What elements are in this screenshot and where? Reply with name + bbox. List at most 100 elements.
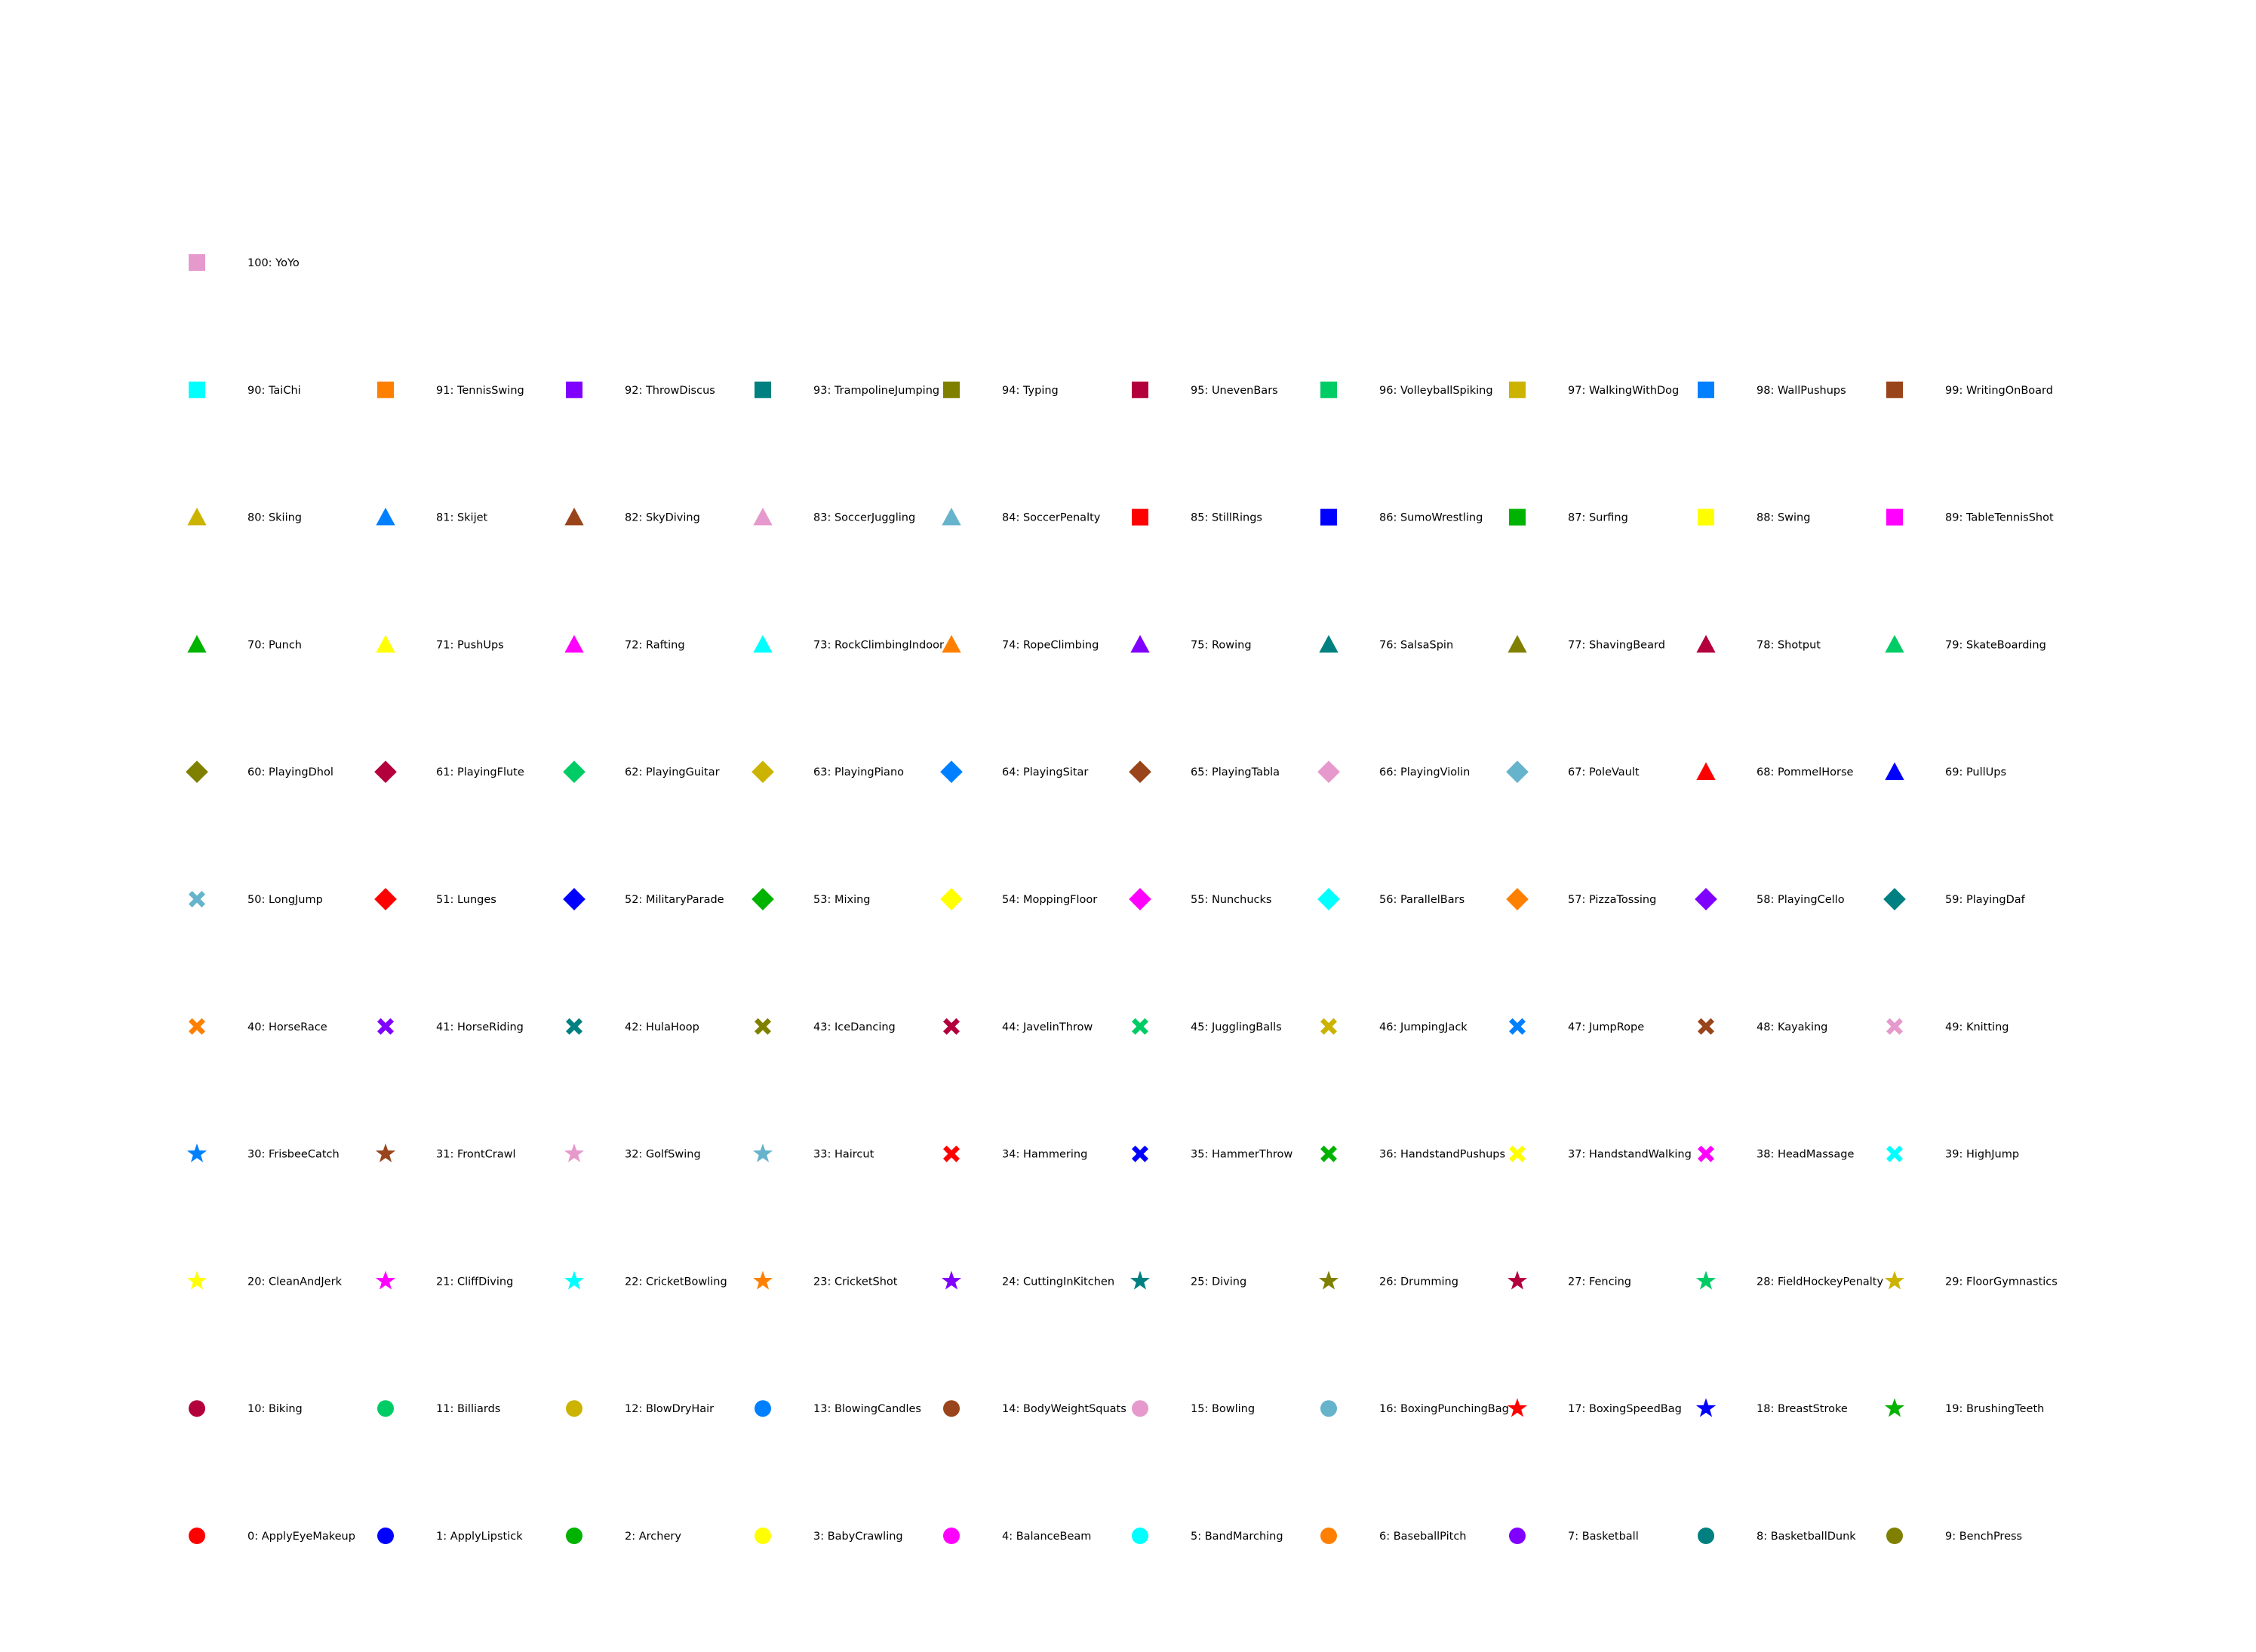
- legend-entry-label: 69: PullUps: [1945, 766, 2006, 778]
- square-marker: [1132, 381, 1148, 398]
- legend-entry: 79: SkateBoarding: [1885, 634, 2046, 653]
- legend-entry: 78: Shotput: [1696, 634, 1821, 653]
- star-marker: [375, 1143, 396, 1162]
- legend-entry-label: 17: BoxingSpeedBag: [1568, 1403, 1682, 1415]
- diamond-marker: [186, 760, 208, 784]
- legend-entry-label: 19: BrushingTeeth: [1945, 1403, 2044, 1415]
- triangle-up-marker: [1885, 634, 1904, 653]
- legend-entry-label: 29: FloorGymnastics: [1945, 1276, 2058, 1288]
- legend-entry-label: 82: SkyDiving: [625, 512, 700, 524]
- legend-entry-label: 51: Lunges: [436, 894, 496, 906]
- legend-entry-label: 44: JavelinThrow: [1002, 1021, 1093, 1033]
- legend-entry-label: 15: Bowling: [1191, 1403, 1255, 1415]
- legend-entries: 0: ApplyEyeMakeup 1: ApplyLipstick 2: Arch…: [186, 254, 2058, 1544]
- diamond-marker: [751, 888, 774, 910]
- x-filled-marker: [1886, 1018, 1903, 1035]
- legend-entry: 14: BodyWeightSquats: [943, 1400, 1126, 1417]
- square-marker: [1132, 508, 1148, 526]
- legend-entry: 7: Basketball: [1509, 1528, 1639, 1544]
- legend-entry: 20: CleanAndJerk: [186, 1270, 343, 1290]
- legend-entry-label: 14: BodyWeightSquats: [1002, 1403, 1126, 1415]
- circle-marker: [377, 1400, 394, 1417]
- star-marker: [752, 1270, 773, 1290]
- legend-entry: 94: Typing: [943, 381, 1059, 398]
- x-filled-marker: [189, 1018, 205, 1035]
- legend-entry: 26: Drumming: [1318, 1270, 1458, 1290]
- triangle-up-marker: [942, 634, 961, 653]
- legend-entry-label: 99: WritingOnBoard: [1945, 385, 2053, 397]
- legend-entry-label: 70: Punch: [247, 639, 302, 651]
- diamond-marker: [374, 888, 397, 910]
- x-filled-marker: [1509, 1145, 1526, 1162]
- legend-entry: 52: MilitaryParade: [563, 888, 724, 910]
- legend-entry: 42: HulaHoop: [566, 1018, 699, 1035]
- diamond-marker: [1129, 888, 1151, 910]
- legend-entry: 97: WalkingWithDog: [1509, 381, 1679, 398]
- legend-entry: 30: FrisbeeCatch: [186, 1143, 340, 1162]
- legend-entry-label: 90: TaiChi: [247, 385, 301, 397]
- legend-entry: 5: BandMarching: [1132, 1528, 1283, 1544]
- diamond-marker: [1129, 760, 1151, 784]
- legend-entry-label: 9: BenchPress: [1945, 1531, 2022, 1543]
- legend-entry-label: 94: Typing: [1002, 385, 1059, 397]
- legend-entry: 77: ShavingBeard: [1508, 634, 1665, 653]
- legend-entry-label: 66: PlayingViolin: [1379, 766, 1470, 778]
- x-filled-marker: [1886, 1145, 1903, 1162]
- legend-entry: 24: CuttingInKitchen: [941, 1270, 1114, 1290]
- legend-entry-label: 46: JumpingJack: [1379, 1021, 1468, 1033]
- legend-entry: 100: YoYo: [189, 254, 300, 271]
- x-filled-marker: [1509, 1018, 1526, 1035]
- diamond-marker: [1506, 760, 1529, 784]
- legend-entry: 73: RockClimbingIndoor: [753, 634, 944, 653]
- legend-entry-label: 89: TableTennisShot: [1945, 512, 2054, 524]
- triangle-up-marker: [564, 634, 584, 653]
- legend-entry: 67: PoleVault: [1506, 760, 1640, 784]
- x-filled-marker: [1320, 1145, 1337, 1162]
- legend-entry: 51: Lunges: [374, 888, 496, 910]
- diamond-marker: [940, 760, 963, 784]
- x-filled-marker: [1132, 1018, 1148, 1035]
- star-marker: [1884, 1270, 1905, 1290]
- x-filled-marker: [1320, 1018, 1337, 1035]
- circle-marker: [943, 1400, 960, 1417]
- legend-entry-label: 57: PizzaTossing: [1568, 894, 1656, 906]
- legend-entry-label: 16: BoxingPunchingBag: [1379, 1403, 1509, 1415]
- square-marker: [943, 381, 960, 398]
- legend-entry-label: 78: Shotput: [1757, 639, 1821, 651]
- legend-entry-label: 92: ThrowDiscus: [625, 385, 715, 397]
- legend-entry: 63: PlayingPiano: [751, 760, 904, 784]
- legend-entry-label: 86: SumoWrestling: [1379, 512, 1483, 524]
- legend-entry: 69: PullUps: [1885, 762, 2006, 780]
- legend-entry-label: 20: CleanAndJerk: [247, 1276, 343, 1288]
- legend-entry-label: 49: Knitting: [1945, 1021, 2009, 1033]
- legend-entry-label: 32: GolfSwing: [625, 1149, 701, 1161]
- legend-entry-label: 1: ApplyLipstick: [436, 1531, 523, 1543]
- star-marker: [1507, 1270, 1528, 1290]
- legend-entry: 59: PlayingDaf: [1883, 888, 2026, 910]
- diamond-marker: [563, 760, 586, 784]
- legend-entry: 91: TennisSwing: [377, 381, 524, 398]
- legend-entry: 41: HorseRiding: [377, 1018, 524, 1035]
- legend-entry-label: 18: BreastStroke: [1757, 1403, 1848, 1415]
- diamond-marker: [1317, 760, 1340, 784]
- legend-entry: 62: PlayingGuitar: [563, 760, 720, 784]
- legend-entry-label: 35: HammerThrow: [1191, 1149, 1292, 1161]
- legend-entry: 49: Knitting: [1886, 1018, 2009, 1035]
- legend-entry-label: 56: ParallelBars: [1379, 894, 1465, 906]
- legend-entry: 28: FieldHockeyPenalty: [1695, 1270, 1883, 1290]
- legend-entry: 83: SoccerJuggling: [753, 507, 915, 526]
- legend-entry-label: 41: HorseRiding: [436, 1021, 524, 1033]
- legend-entry: 6: BaseballPitch: [1320, 1528, 1466, 1544]
- legend-entry: 84: SoccerPenalty: [942, 507, 1101, 526]
- legend-entry: 60: PlayingDhol: [186, 760, 333, 784]
- x-filled-marker: [566, 1018, 582, 1035]
- star-marker: [186, 1143, 207, 1162]
- circle-marker: [755, 1528, 771, 1544]
- legend-entry-label: 40: HorseRace: [247, 1021, 327, 1033]
- legend-entry-label: 23: CricketShot: [813, 1276, 898, 1288]
- legend-entry-label: 42: HulaHoop: [625, 1021, 699, 1033]
- diamond-marker: [374, 760, 397, 784]
- star-marker: [1695, 1270, 1717, 1290]
- legend-entry: 90: TaiChi: [189, 381, 301, 398]
- legend-entry-label: 60: PlayingDhol: [247, 766, 333, 778]
